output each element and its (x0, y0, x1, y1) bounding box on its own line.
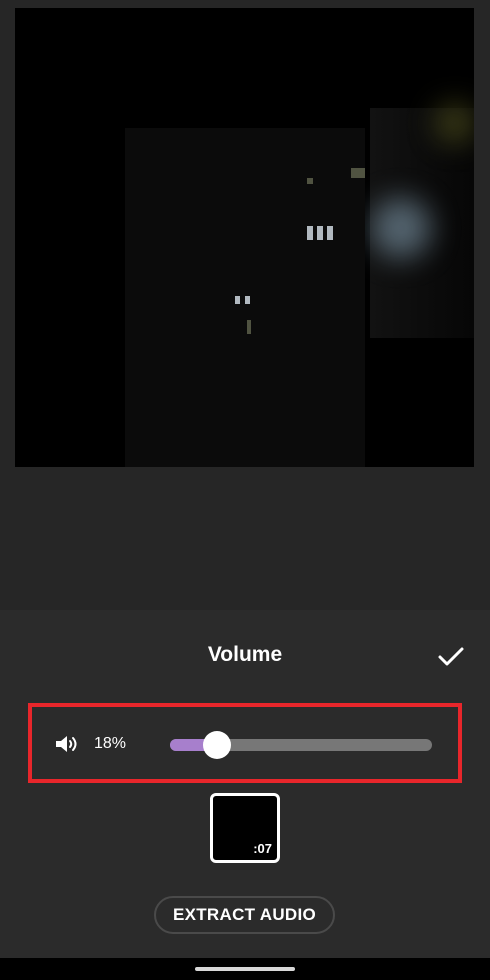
video-preview[interactable] (15, 8, 474, 467)
video-editor-screen: Volume 18% :07 EXTRACT AUDIO (0, 0, 490, 980)
lit-window (327, 226, 333, 240)
volume-slider-thumb[interactable] (203, 731, 231, 759)
volume-panel: Volume 18% :07 EXTRACT AUDIO (0, 610, 490, 958)
light-glow (435, 103, 474, 143)
checkmark-icon (438, 647, 464, 666)
volume-value: 18% (94, 735, 127, 752)
lit-window (235, 296, 240, 304)
panel-title: Volume (207, 643, 283, 666)
volume-slider[interactable] (170, 731, 432, 759)
lit-window (247, 320, 251, 334)
lit-window (317, 226, 323, 240)
speaker-icon[interactable] (54, 733, 80, 755)
preview-area (0, 0, 490, 610)
volume-control-highlight: 18% (28, 703, 462, 783)
confirm-button[interactable] (432, 638, 470, 676)
lit-window (307, 226, 313, 240)
lit-window (245, 296, 250, 304)
clip-thumbnail[interactable]: :07 (210, 793, 280, 863)
system-nav-bar (0, 958, 490, 980)
extract-audio-button[interactable]: EXTRACT AUDIO (154, 896, 335, 934)
home-indicator[interactable] (195, 967, 295, 971)
clip-duration: :07 (253, 841, 272, 856)
lit-window (351, 168, 365, 178)
lit-window (307, 178, 313, 184)
light-glow (371, 198, 431, 258)
